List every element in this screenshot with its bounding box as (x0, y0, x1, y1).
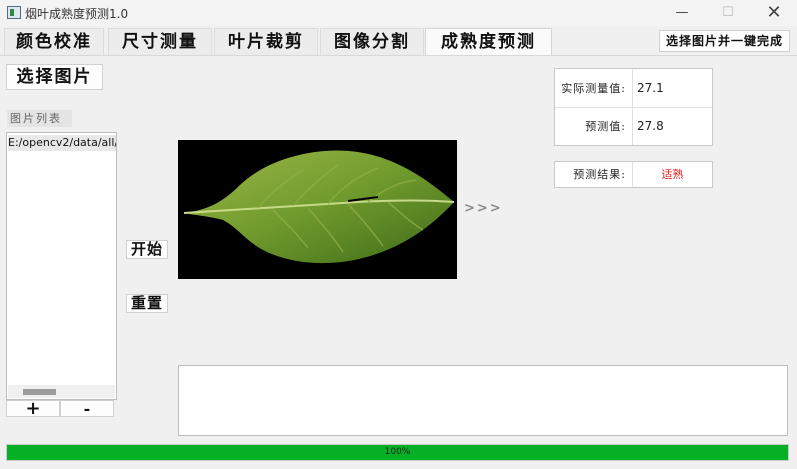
reset-button[interactable]: 重置 (126, 294, 168, 313)
tab-color-calibration[interactable]: 颜色校准 (4, 28, 104, 55)
actual-value: 27.1 (633, 69, 712, 108)
leaf-image (183, 150, 455, 264)
maximize-button[interactable]: ☐ (705, 0, 751, 26)
measurement-table: 实际测量值: 27.1 预测值: 27.8 (554, 68, 713, 146)
arrow-indicator: >>> (464, 201, 503, 216)
image-list[interactable]: E:/opencv2/data/all/ (6, 132, 117, 400)
remove-image-button[interactable]: - (60, 400, 114, 417)
tab-image-segmentation[interactable]: 图像分割 (320, 28, 424, 55)
window-title: 烟叶成熟度预测1.0 (25, 7, 129, 21)
predicted-value: 27.8 (633, 108, 712, 145)
result-value: 适熟 (633, 162, 712, 187)
result-label: 预测结果: (555, 162, 633, 187)
actual-value-label: 实际测量值: (555, 69, 633, 108)
start-button[interactable]: 开始 (126, 240, 168, 259)
one-click-button[interactable]: 选择图片并一键完成 (659, 30, 790, 52)
leaf-image-preview (178, 140, 457, 279)
tab-size-measurement[interactable]: 尺寸测量 (108, 28, 212, 55)
horizontal-scrollbar[interactable] (8, 385, 115, 398)
title-bar: 烟叶成熟度预测1.0 — ☐ ✕ (0, 0, 797, 26)
minimize-button[interactable]: — (659, 0, 705, 26)
close-button[interactable]: ✕ (751, 0, 797, 26)
tab-leaf-crop[interactable]: 叶片裁剪 (214, 28, 318, 55)
progress-text: 100% (384, 447, 411, 457)
select-image-button[interactable]: 选择图片 (6, 64, 103, 90)
app-icon (7, 6, 21, 19)
output-text-box[interactable] (178, 365, 788, 436)
predicted-value-label: 预测值: (555, 108, 633, 145)
add-image-button[interactable]: + (6, 400, 60, 418)
progress-bar: 100% (6, 444, 789, 461)
image-list-label: 图片列表 (7, 110, 72, 127)
result-table: 预测结果: 适熟 (554, 161, 713, 188)
list-item[interactable]: E:/opencv2/data/all/ (8, 135, 116, 151)
scrollbar-thumb[interactable] (23, 389, 56, 395)
tab-divider (0, 55, 797, 56)
tab-maturity-prediction[interactable]: 成熟度预测 (425, 28, 552, 55)
